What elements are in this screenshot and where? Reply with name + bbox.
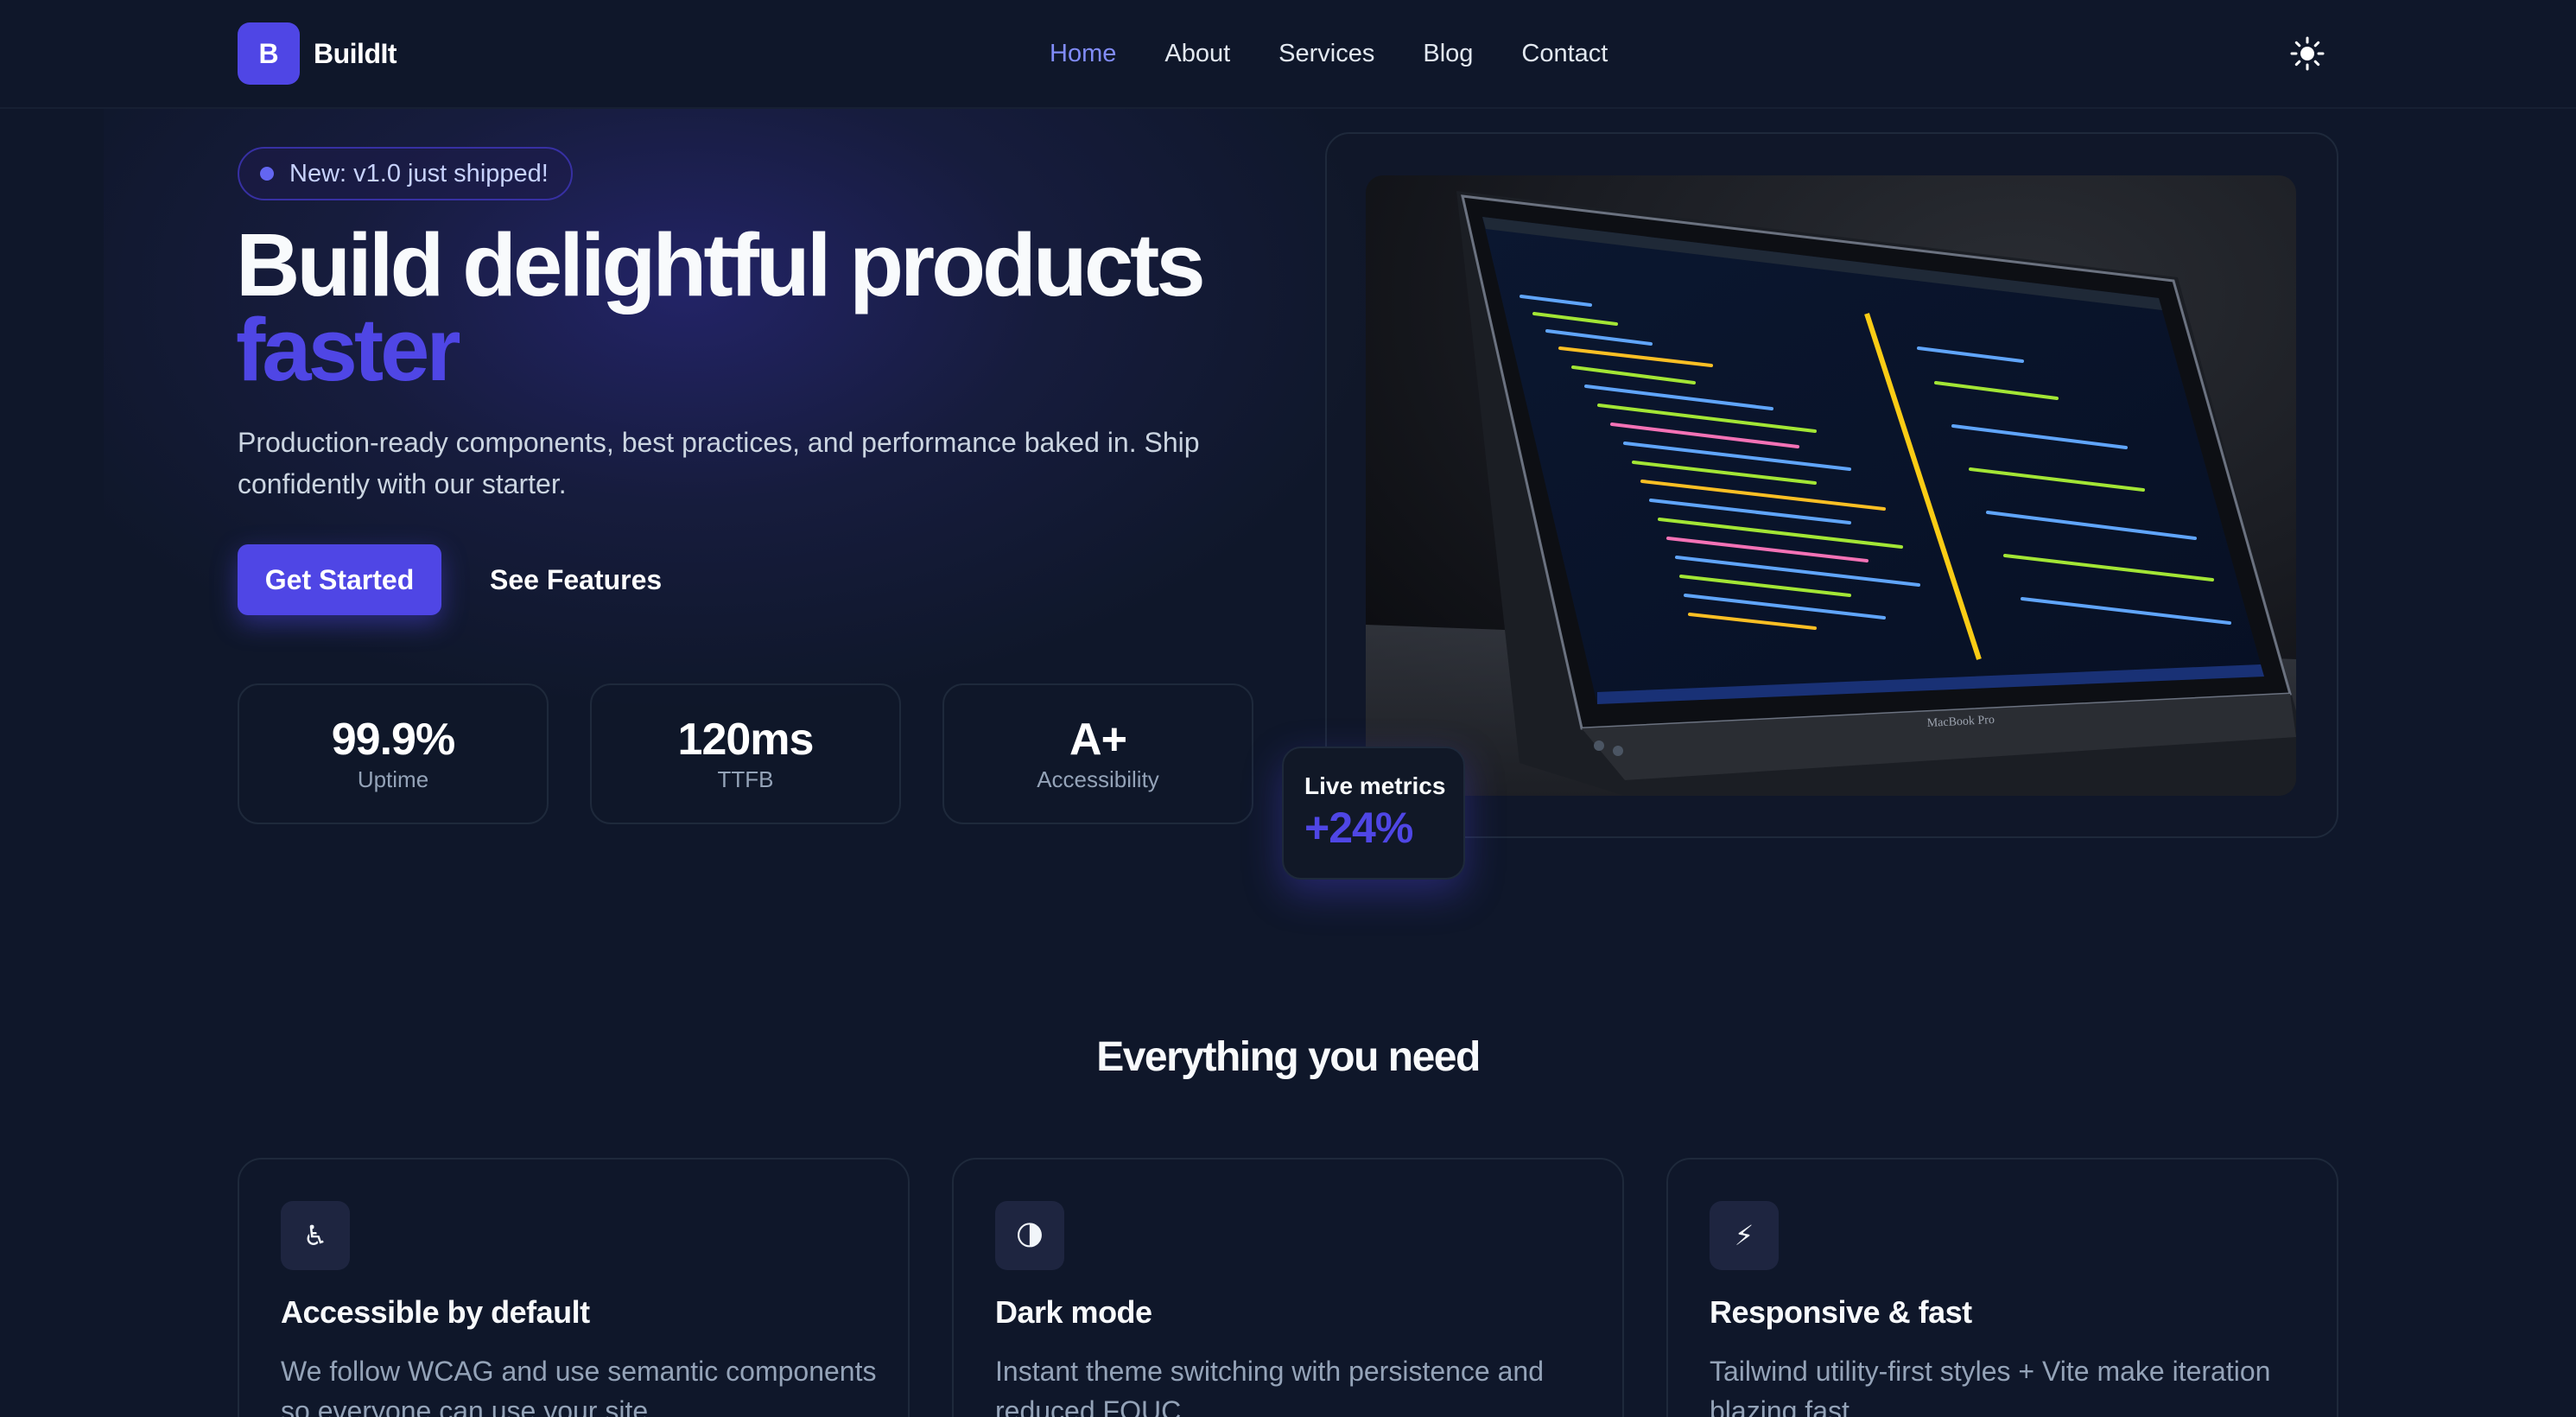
site-header: B BuildIt Home About Services Blog Conta… <box>0 0 2576 109</box>
see-features-button[interactable]: See Features <box>471 544 678 615</box>
hero-title-accent: faster <box>236 300 461 399</box>
feature-icon-glyph: ♿ <box>302 1220 328 1251</box>
hero-title-line: Build delightful products <box>236 215 1206 315</box>
stat-value: 99.9% <box>331 714 455 765</box>
feature-card-responsive: ⚡ Responsive & fast Tailwind utility-fir… <box>1666 1158 2338 1417</box>
laptop-illustration: MacBook Pro <box>1366 175 2296 796</box>
brand-logo-link[interactable]: B BuildIt <box>238 22 397 85</box>
live-metrics-card: Live metrics +24% <box>1282 747 1465 880</box>
nav-item-services[interactable]: Services <box>1278 35 1374 73</box>
feature-title: Accessible by default <box>281 1294 590 1330</box>
live-metrics-label: Live metrics <box>1304 772 1446 799</box>
stat-label: TTFB <box>717 766 774 792</box>
sun-icon <box>2290 36 2325 71</box>
badge-dot <box>260 167 274 181</box>
stat-label: Accessibility <box>1037 766 1159 792</box>
theme-toggle-button[interactable] <box>2285 31 2330 76</box>
stat-label: Uptime <box>357 766 429 792</box>
main-nav: Home About Services Blog Contact <box>1050 35 1608 73</box>
half-moon-icon: 🌗 <box>995 1201 1064 1270</box>
feature-card-dark-mode: 🌗 Dark mode Instant theme switching with… <box>952 1158 1624 1417</box>
nav-item-contact[interactable]: Contact <box>1521 35 1608 73</box>
stat-value: 120ms <box>677 714 815 765</box>
page: B BuildIt Home About Services Blog Conta… <box>0 0 2576 1417</box>
brand-logo-mark: B <box>238 22 300 85</box>
feature-icon-glyph: 🌗 <box>1015 1220 1044 1251</box>
badge-text: New: v1.0 just shipped! <box>289 159 549 187</box>
accessibility-icon: ♿ <box>281 1201 350 1270</box>
features-heading: Everything you need <box>1096 1034 1481 1080</box>
nav-item-home[interactable]: Home <box>1050 35 1116 73</box>
stat-value: A+ <box>1069 714 1127 765</box>
stat-card-ttfb: 120ms TTFB <box>590 683 901 824</box>
brand-name: BuildIt <box>314 37 397 69</box>
feature-title: Responsive & fast <box>1710 1294 1972 1330</box>
feature-description: Tailwind utility-first styles + Vite mak… <box>1710 1356 2271 1417</box>
feature-description: Instant theme switching with persistence… <box>995 1356 1544 1417</box>
nav-item-blog[interactable]: Blog <box>1423 35 1473 73</box>
feature-title: Dark mode <box>995 1294 1152 1330</box>
feature-icon-glyph: ⚡ <box>1734 1220 1754 1251</box>
lightning-icon: ⚡ <box>1710 1201 1779 1270</box>
nav-item-about[interactable]: About <box>1164 35 1230 73</box>
stat-card-accessibility: A+ Accessibility <box>942 683 1253 824</box>
live-metrics-value: +24% <box>1304 804 1413 852</box>
hero-title: Build delightful products faster <box>236 215 1359 399</box>
hero-subtitle: Production-ready components, best practi… <box>238 427 1200 499</box>
get-started-button[interactable]: Get Started <box>238 544 441 615</box>
stat-card-uptime: 99.9% Uptime <box>238 683 549 824</box>
release-badge: New: v1.0 just shipped! <box>238 147 573 200</box>
feature-description: We follow WCAG and use semantic componen… <box>281 1356 877 1417</box>
feature-card-accessible: ♿ Accessible by default We follow WCAG a… <box>238 1158 910 1417</box>
hero-laptop-image: MacBook Pro <box>1366 175 2296 796</box>
